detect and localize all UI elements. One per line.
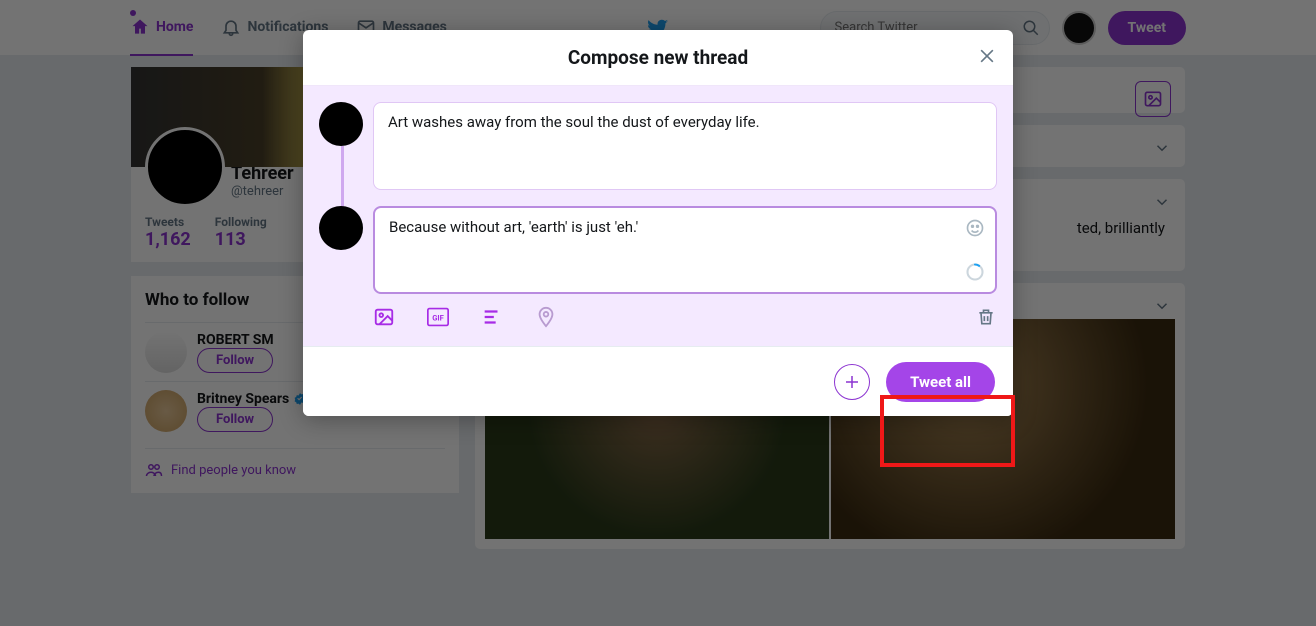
compose-toolbar: GIF: [319, 306, 997, 328]
add-poll-icon[interactable]: [481, 306, 503, 328]
close-icon[interactable]: [977, 46, 997, 66]
svg-text:GIF: GIF: [432, 313, 444, 322]
modal-title: Compose new thread: [568, 46, 748, 69]
modal-header: Compose new thread: [303, 30, 1013, 86]
modal-footer: Tweet all: [303, 346, 1013, 416]
add-gif-icon[interactable]: GIF: [427, 306, 449, 328]
compose-textarea[interactable]: Art washes away from the soul the dust o…: [373, 102, 997, 190]
emoji-icon[interactable]: [965, 218, 985, 238]
delete-tweet-icon[interactable]: [975, 306, 997, 328]
compose-row: Because without art, 'earth' is just 'eh…: [319, 206, 997, 294]
compose-avatar: [319, 102, 363, 146]
add-location-icon[interactable]: [535, 306, 557, 328]
compose-textarea[interactable]: Because without art, 'earth' is just 'eh…: [373, 206, 997, 294]
add-image-icon[interactable]: [373, 306, 395, 328]
tweet-all-button[interactable]: Tweet all: [886, 362, 995, 402]
compose-avatar: [319, 206, 363, 250]
char-count-ring: [965, 262, 985, 282]
add-tweet-button[interactable]: [834, 364, 870, 400]
compose-row: Art washes away from the soul the dust o…: [319, 102, 997, 190]
compose-text: Because without art, 'earth' is just 'eh…: [389, 218, 638, 236]
plus-icon: [843, 373, 861, 391]
compose-modal: Compose new thread Art washes away from …: [303, 30, 1013, 416]
modal-body: Art washes away from the soul the dust o…: [303, 86, 1013, 346]
compose-text: Art washes away from the soul the dust o…: [388, 113, 760, 131]
